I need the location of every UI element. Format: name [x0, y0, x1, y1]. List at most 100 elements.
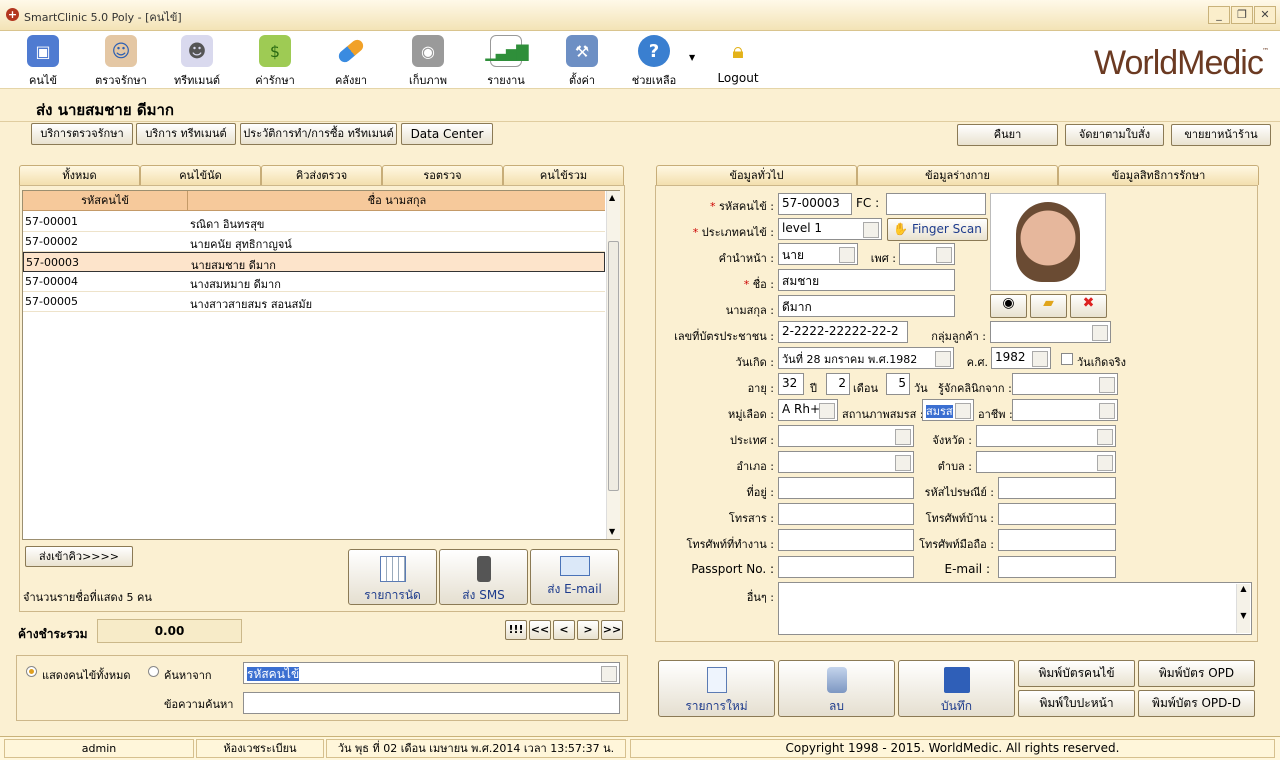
marital-select[interactable]: สมรส — [922, 399, 974, 421]
camera-button[interactable]: ◉ — [990, 294, 1027, 318]
radio-show-all[interactable] — [26, 666, 37, 677]
counter-sale-button[interactable]: ขายยาหน้าร้าน — [1171, 124, 1271, 146]
delete-photo-button[interactable]: ✖ — [1070, 294, 1107, 318]
restore-button[interactable]: ❐ — [1231, 6, 1253, 24]
treatment-history-button[interactable]: ประวัติการทำ/การซื้อ ทรีทเมนต์ — [240, 123, 397, 145]
tools-icon: ⚒ — [566, 35, 598, 67]
return-drug-button[interactable]: คืนยา — [957, 124, 1058, 146]
passport-input[interactable] — [778, 556, 914, 578]
know-from-select[interactable] — [1012, 373, 1118, 395]
table-row[interactable]: 57-00001 รณิดา อินทรสุข — [23, 212, 605, 232]
toolbar-photo-button[interactable]: ◉ เก็บภาพ — [391, 31, 465, 89]
table-row[interactable]: 57-00005 นางสาวสายสมร สอนสมัย — [23, 292, 605, 312]
customer-group-select[interactable] — [990, 321, 1111, 343]
ad-year-select[interactable]: 1982 — [991, 347, 1051, 369]
tab-appointment[interactable]: คนไข้นัด — [140, 165, 261, 185]
home-phone-input[interactable] — [998, 503, 1116, 525]
tab-all[interactable]: ทั้งหมด — [19, 165, 140, 185]
nav-prev-page-button[interactable]: << — [529, 620, 551, 640]
appointment-list-button[interactable]: รายการนัด — [348, 549, 437, 605]
search-field-select[interactable]: รหัสคนไข้ — [243, 662, 620, 684]
app-icon[interactable]: + — [6, 8, 19, 21]
tab-waiting[interactable]: รอตรวจ — [382, 165, 503, 185]
toolbar-settings-button[interactable]: ⚒ ตั้งค่า — [545, 31, 619, 89]
fax-input[interactable] — [778, 503, 914, 525]
print-patient-card-button[interactable]: พิมพ์บัตรคนไข้ — [1018, 660, 1135, 687]
print-opd-d-button[interactable]: พิมพ์บัตร OPD-D — [1138, 690, 1255, 717]
grid-scrollbar[interactable]: ▲ ▼ — [606, 191, 620, 539]
email-input[interactable] — [998, 556, 1116, 578]
delete-button[interactable]: ลบ — [778, 660, 895, 717]
tab-rights[interactable]: ข้อมูลสิทธิการรักษา — [1058, 165, 1259, 185]
finger-scan-button[interactable]: ✋ Finger Scan — [887, 218, 988, 241]
age-day-input[interactable]: 5 — [886, 373, 910, 395]
other-textarea[interactable]: ▲ ▼ — [778, 582, 1252, 635]
table-row-selected[interactable]: 57-00003 นายสมชาย ดีมาก — [23, 252, 605, 272]
textarea-scrollbar[interactable]: ▲ ▼ — [1236, 584, 1250, 633]
scroll-thumb[interactable] — [608, 241, 619, 491]
open-folder-button[interactable]: ▰ — [1030, 294, 1067, 318]
subdistrict-select[interactable] — [976, 451, 1116, 473]
age-year-input[interactable]: 32 — [778, 373, 804, 395]
toolbar-treatment-button[interactable]: ☻ ทรีทเมนต์ — [160, 31, 234, 89]
real-birthday-checkbox[interactable] — [1061, 353, 1073, 365]
tab-body[interactable]: ข้อมูลร่างกาย — [857, 165, 1058, 185]
toolbar-fee-button[interactable]: $ ค่ารักษา — [238, 31, 312, 89]
toolbar-help-button[interactable]: ? ช่วยเหลือ — [617, 31, 691, 89]
toolbar-pharmacy-button[interactable]: คลังยา — [314, 31, 388, 89]
tab-queue[interactable]: คิวส่งตรวจ — [261, 165, 382, 185]
first-name-input[interactable]: สมชาย — [778, 269, 955, 291]
prefix-select[interactable]: นาย — [778, 243, 858, 265]
send-sms-button[interactable]: ส่ง SMS — [439, 549, 528, 605]
data-center-button[interactable]: Data Center — [401, 123, 493, 145]
toolbar-exam-button[interactable]: ☺ ตรวจรักษา — [84, 31, 158, 89]
print-cover-button[interactable]: พิมพ์ใบปะหน้า — [1018, 690, 1135, 717]
blood-group-select[interactable]: A Rh+ — [778, 399, 838, 421]
fc-input[interactable] — [886, 193, 986, 215]
keyword-input[interactable] — [243, 692, 620, 714]
nav-prev-button[interactable]: < — [553, 620, 575, 640]
table-row[interactable]: 57-00002 นายคนัย สุทธิกาญจน์ — [23, 232, 605, 252]
column-header-name[interactable]: ชื่อ นามสกุล — [189, 191, 605, 210]
toolbar-patient-button[interactable]: ▣ คนไข้ — [6, 31, 80, 89]
age-month-input[interactable]: 2 — [826, 373, 850, 395]
treatment-service-button[interactable]: บริการ ทรีทเมนต์ — [136, 123, 236, 145]
toolbar-logout-button[interactable]: 🔒︎ Logout — [701, 31, 775, 89]
nav-next-button[interactable]: > — [577, 620, 599, 640]
sex-select[interactable] — [899, 243, 955, 265]
scroll-up-icon[interactable]: ▲ — [609, 193, 615, 202]
work-phone-input[interactable] — [778, 529, 914, 551]
zip-input[interactable] — [998, 477, 1116, 499]
patient-grid[interactable]: รหัสคนไข้ ชื่อ นามสกุล 57-00001 รณิดา อิน… — [22, 190, 620, 540]
address-input[interactable] — [778, 477, 914, 499]
tab-all-patients[interactable]: คนไข้รวม — [503, 165, 624, 185]
exam-service-button[interactable]: บริการตรวจรักษา — [31, 123, 133, 145]
last-name-input[interactable]: ดีมาก — [778, 295, 955, 317]
province-select[interactable] — [976, 425, 1116, 447]
birthdate-picker[interactable]: วันที่ 28 มกราคม พ.ศ.1982 — [778, 347, 954, 369]
nav-first-button[interactable]: !!! — [505, 620, 527, 640]
new-record-button[interactable]: รายการใหม่ — [658, 660, 775, 717]
district-select[interactable] — [778, 451, 914, 473]
idcard-input[interactable]: 2-2222-22222-22-2 — [778, 321, 908, 343]
occupation-select[interactable] — [1012, 399, 1118, 421]
scroll-down-icon[interactable]: ▼ — [609, 527, 615, 536]
nav-last-button[interactable]: >> — [601, 620, 623, 640]
patient-type-select[interactable]: level 1 — [778, 218, 882, 240]
dispense-button[interactable]: จัดยาตามใบสั่ง — [1065, 124, 1164, 146]
help-dropdown-icon[interactable]: ▼ — [689, 53, 695, 62]
tab-general[interactable]: ข้อมูลทั่วไป — [656, 165, 857, 185]
radio-search[interactable] — [148, 666, 159, 677]
send-to-queue-button[interactable]: ส่งเข้าคิว>>>> — [25, 546, 133, 567]
send-email-button[interactable]: ส่ง E-mail — [530, 549, 619, 605]
toolbar-report-button[interactable]: ▁▃▅▇ รายงาน — [469, 31, 543, 89]
hn-input[interactable]: 57-00003 — [778, 193, 852, 215]
close-button[interactable]: ✕ — [1254, 6, 1276, 24]
print-opd-card-button[interactable]: พิมพ์บัตร OPD — [1138, 660, 1255, 687]
mobile-input[interactable] — [998, 529, 1116, 551]
minimize-button[interactable]: _ — [1208, 6, 1230, 24]
table-row[interactable]: 57-00004 นางสมหมาย ดีมาก — [23, 272, 605, 292]
country-select[interactable] — [778, 425, 914, 447]
column-header-id[interactable]: รหัสคนไข้ — [23, 191, 188, 210]
save-button[interactable]: บันทึก — [898, 660, 1015, 717]
